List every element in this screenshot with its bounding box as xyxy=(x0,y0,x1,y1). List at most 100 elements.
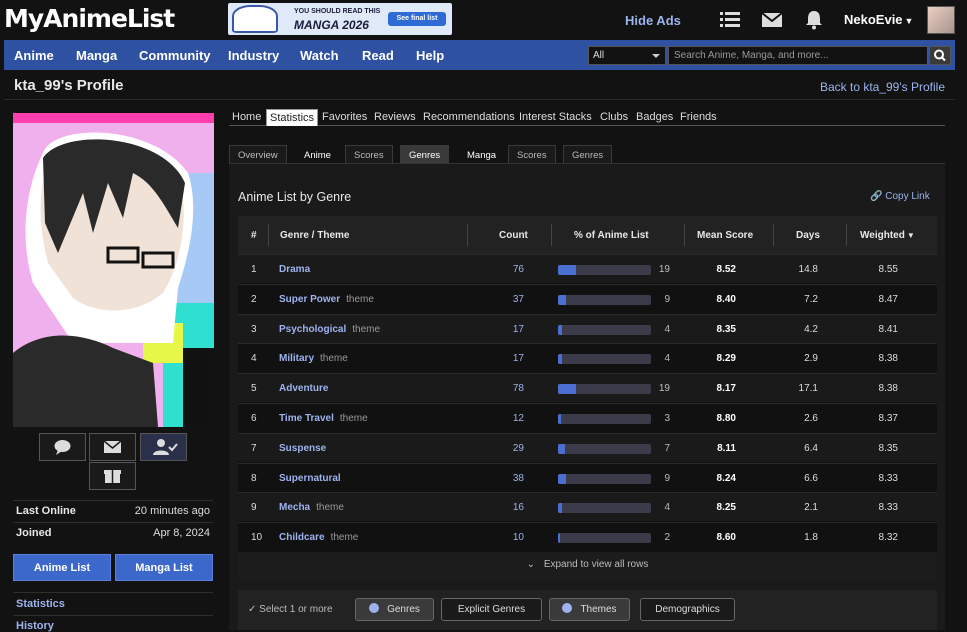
genre-count[interactable]: 10 xyxy=(494,532,524,543)
table-row: 6 Time Travel theme 12 3 8.80 2.6 8.37 xyxy=(238,403,937,432)
filter-themes[interactable]: Themes xyxy=(549,598,630,621)
statistics-link[interactable]: Statistics xyxy=(16,598,65,610)
genre-link[interactable]: Drama xyxy=(279,264,310,275)
genre-count[interactable]: 16 xyxy=(494,502,524,513)
back-to-profile-link[interactable]: Back to kta_99's Profile xyxy=(820,80,945,94)
tab-recommendations[interactable]: Recommendations xyxy=(420,109,518,126)
genre-link[interactable]: Military theme xyxy=(279,353,348,364)
genre-percent: 2 xyxy=(664,532,670,544)
genre-count[interactable]: 17 xyxy=(494,324,524,335)
col-count[interactable]: Count xyxy=(499,230,528,241)
genre-link[interactable]: Childcare theme xyxy=(279,532,358,543)
message-button[interactable] xyxy=(89,433,136,461)
hide-ads-link[interactable]: Hide Ads xyxy=(625,13,681,28)
genre-link[interactable]: Adventure xyxy=(279,383,328,394)
copy-link[interactable]: 🔗 Copy Link xyxy=(870,191,930,202)
divider xyxy=(13,592,213,593)
genre-percent: 4 xyxy=(664,502,670,514)
genre-link[interactable]: Suspense xyxy=(279,443,326,454)
col-genre[interactable]: Genre / Theme xyxy=(280,230,349,241)
filter-explicit-genres[interactable]: Explicit Genres xyxy=(441,598,542,621)
comment-button[interactable] xyxy=(39,433,86,461)
gift-button[interactable] xyxy=(89,462,136,490)
genre-link[interactable]: Mecha theme xyxy=(279,502,344,513)
percent-bar-fill xyxy=(558,503,562,514)
genre-filter-bar: ✓ Select 1 or more Genres Explicit Genre… xyxy=(238,590,937,630)
check-circle-icon xyxy=(562,603,573,613)
nav-anime[interactable]: Anime xyxy=(14,48,54,63)
percent-bar-fill xyxy=(558,414,561,424)
user-avatar[interactable] xyxy=(927,6,955,34)
ad-button[interactable]: See final list xyxy=(388,12,446,26)
list-icon[interactable] xyxy=(719,10,741,30)
filter-demographics[interactable]: Demographics xyxy=(640,598,735,621)
tab-reviews[interactable]: Reviews xyxy=(371,109,419,126)
tab-home[interactable]: Home xyxy=(229,109,264,126)
percent-bar xyxy=(558,384,651,395)
col-days[interactable]: Days xyxy=(796,230,820,241)
tab-friends[interactable]: Friends xyxy=(677,109,720,126)
genre-count[interactable]: 17 xyxy=(494,353,524,364)
genre-link[interactable]: Supernatural xyxy=(279,473,341,484)
username-menu[interactable]: NekoEvie ▼ xyxy=(844,12,913,27)
ad-banner[interactable]: YOU SHOULD READ THIS MANGA 2026 See fina… xyxy=(228,3,452,35)
tab-clubs[interactable]: Clubs xyxy=(597,109,631,126)
nav-community[interactable]: Community xyxy=(139,48,211,63)
tab-statistics[interactable]: Statistics xyxy=(266,109,319,126)
table-row: 8 Supernatural 38 9 8.24 6.6 8.33 xyxy=(238,462,937,492)
anime-list-button[interactable]: Anime List xyxy=(13,554,111,581)
history-link[interactable]: History xyxy=(16,620,54,632)
tab-interest-stacks[interactable]: Interest Stacks xyxy=(516,109,595,126)
tab-badges[interactable]: Badges xyxy=(633,109,676,126)
genre-name: Supernatural xyxy=(279,472,341,484)
table-row: 1 Drama 76 19 8.52 14.8 8.55 xyxy=(238,254,937,283)
genre-count[interactable]: 29 xyxy=(494,443,524,454)
genre-count[interactable]: 37 xyxy=(494,294,524,305)
genre-mean-score: 8.11 xyxy=(717,442,736,454)
genre-weighted: 8.37 xyxy=(878,413,898,424)
table-row: 10 Childcare theme 10 2 8.60 1.8 8.32 xyxy=(238,522,937,551)
genre-count[interactable]: 12 xyxy=(494,413,524,424)
subtab-manga-scores[interactable]: Scores xyxy=(508,145,556,163)
subtab-anime-genres[interactable]: Genres xyxy=(400,145,450,163)
genre-count[interactable]: 76 xyxy=(494,264,524,275)
col-weighted[interactable]: Weighted ▼ xyxy=(860,230,915,241)
nav-read[interactable]: Read xyxy=(362,48,394,63)
site-logo[interactable]: MyAnimeList xyxy=(4,4,175,33)
genre-weighted: 8.47 xyxy=(878,293,898,305)
expand-rows-button[interactable]: ⌄ Expand to view all rows xyxy=(238,552,937,580)
search-category-select[interactable]: All xyxy=(588,46,666,65)
search-input[interactable]: Search Anime, Manga, and more... xyxy=(668,46,928,65)
genre-link[interactable]: Super Power theme xyxy=(279,294,374,305)
ad-mascot-image xyxy=(232,5,278,33)
tab-favorites[interactable]: Favorites xyxy=(319,109,370,126)
profile-tabs: Home Statistics Favorites Reviews Recomm… xyxy=(229,109,945,126)
joined-row: Joined Apr 8, 2024 xyxy=(13,522,213,544)
percent-bar-fill xyxy=(558,324,562,335)
expand-label: Expand to view all rows xyxy=(543,559,649,570)
nav-industry[interactable]: Industry xyxy=(228,48,279,63)
genre-link[interactable]: Time Travel theme xyxy=(279,413,368,424)
filter-genres[interactable]: Genres xyxy=(355,598,434,621)
col-weighted-label: Weighted xyxy=(860,230,905,241)
search-button[interactable] xyxy=(929,46,951,65)
friend-status-button[interactable] xyxy=(140,433,187,461)
subtab-manga-genres[interactable]: Genres xyxy=(563,145,613,163)
subtab-anime-scores[interactable]: Scores xyxy=(345,145,393,163)
mail-icon[interactable] xyxy=(761,10,783,30)
nav-watch[interactable]: Watch xyxy=(300,48,339,63)
table-row: 4 Military theme 17 4 8.29 2.9 8.38 xyxy=(238,343,937,372)
nav-help[interactable]: Help xyxy=(416,48,444,63)
manga-list-button[interactable]: Manga List xyxy=(115,554,213,581)
genre-count[interactable]: 78 xyxy=(494,383,524,394)
genre-count[interactable]: 38 xyxy=(494,473,524,484)
genre-link[interactable]: Psychological theme xyxy=(279,324,380,335)
nav-manga[interactable]: Manga xyxy=(76,48,117,63)
last-online-row: Last Online 20 minutes ago xyxy=(13,500,213,522)
subtab-overview[interactable]: Overview xyxy=(229,145,287,163)
col-separator xyxy=(551,224,552,246)
col-mean-score[interactable]: Mean Score xyxy=(697,230,753,241)
col-percent[interactable]: % of Anime List xyxy=(574,230,649,241)
bell-icon[interactable] xyxy=(803,10,825,30)
genre-percent: 7 xyxy=(664,442,670,454)
